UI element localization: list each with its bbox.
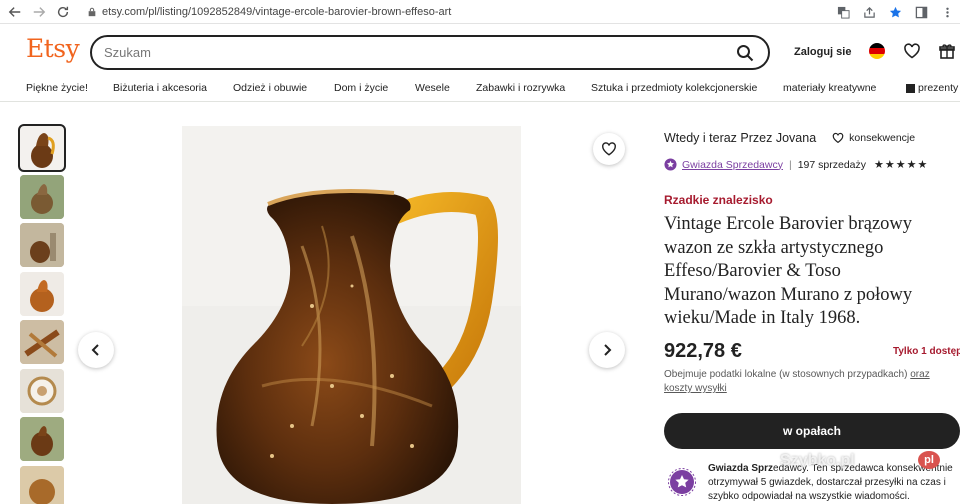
sales-count: 197 sprzedaży	[797, 158, 866, 171]
thumbnail-image[interactable]	[18, 124, 66, 172]
stock-status: Tylko 1 dostępny	[893, 346, 960, 357]
listing-title: Vintage Ercole Barovier brązowy wazon ze…	[664, 214, 913, 329]
sidepanel-icon[interactable]	[912, 3, 930, 21]
seller-rating-line: Gwiazda Sprzedawcy | 197 sprzedaży ★★★★★	[664, 158, 928, 171]
login-link[interactable]: Zaloguj sie	[794, 46, 851, 58]
category-item[interactable]: materiały kreatywne	[783, 82, 876, 94]
etsy-logo[interactable]: Etsy	[26, 34, 80, 63]
category-label: prezenty	[918, 82, 959, 94]
separator: |	[788, 158, 792, 171]
menu-dots-icon[interactable]	[938, 3, 956, 21]
category-item[interactable]: Dom i życie	[334, 82, 388, 94]
shop-name[interactable]: Wtedy i teraz Przez Jovana	[664, 131, 816, 145]
germany-flag-icon[interactable]	[869, 43, 885, 59]
thumbnail-image[interactable]	[20, 223, 64, 267]
tax-text: Obejmuje podatki lokalne (w stosownych p…	[664, 369, 908, 380]
share-icon[interactable]	[860, 3, 878, 21]
thumbnail-image[interactable]	[20, 320, 64, 364]
favorites-heart-icon[interactable]	[903, 42, 921, 60]
rating-stars[interactable]: ★★★★★	[874, 158, 928, 171]
add-to-cart-button[interactable]: w opałach	[664, 413, 960, 449]
lock-icon[interactable]	[86, 6, 98, 18]
back-icon[interactable]	[6, 3, 24, 21]
price: 922,78 €	[664, 340, 742, 362]
category-item[interactable]: Biżuteria i akcesoria	[113, 82, 207, 94]
thumbnail-image[interactable]	[20, 417, 64, 461]
gift-small-icon	[906, 83, 915, 93]
translate-icon[interactable]	[834, 3, 852, 21]
follow-shop-button[interactable]: konsekwencje	[832, 132, 915, 144]
category-item[interactable]: Piękne życie!	[26, 82, 88, 94]
address-bar[interactable]: etsy.com/pl/listing/1092852849/vintage-e…	[102, 6, 451, 18]
watermark-badge: pl	[918, 451, 940, 469]
star-seller-title: Gwiazda Sprz	[708, 463, 774, 474]
thumbnail-image[interactable]	[20, 368, 64, 413]
category-item[interactable]: Sztuka i przedmioty kolekcjonerskie	[591, 82, 757, 94]
reload-icon[interactable]	[54, 3, 72, 21]
search-bar	[90, 35, 770, 70]
star-seller-icon	[668, 468, 696, 496]
follow-label: konsekwencje	[849, 132, 916, 144]
forward-icon[interactable]	[30, 3, 48, 21]
add-to-favorites-button[interactable]	[593, 133, 625, 165]
tax-note: Obejmuje podatki lokalne (w stosownych p…	[664, 368, 954, 396]
star-seller-badge-icon	[664, 158, 677, 171]
thumbnail-image[interactable]	[20, 174, 64, 219]
chevron-right-icon	[604, 344, 612, 356]
category-nav: Piękne życie! Biżuteria i akcesoria Odzi…	[0, 74, 960, 102]
category-item[interactable]: Zabawki i rozrywka	[476, 82, 565, 94]
next-image-button[interactable]	[589, 332, 625, 368]
browser-toolbar: etsy.com/pl/listing/1092852849/vintage-e…	[0, 0, 960, 24]
thumbnail-image[interactable]	[20, 271, 64, 316]
category-item[interactable]: Odzież i obuwie	[233, 82, 307, 94]
gift-icon[interactable]	[938, 42, 956, 60]
search-input[interactable]	[104, 45, 704, 60]
category-item[interactable]: Wesele	[415, 82, 450, 94]
thumbnail-list	[18, 124, 68, 504]
star-seller-link[interactable]: Gwiazda Sprzedawcy	[682, 159, 783, 171]
thumbnail-image[interactable]	[20, 465, 64, 504]
shop-line: Wtedy i teraz Przez Jovana konsekwencje	[664, 131, 915, 145]
watermark-text: Szybko.pl	[780, 452, 855, 469]
search-icon[interactable]	[736, 44, 754, 62]
category-item-gifts[interactable]: prezenty	[906, 82, 958, 94]
rare-find-label: Rzadkie znalezisko	[664, 193, 773, 207]
chevron-left-icon	[91, 344, 99, 356]
main-product-image[interactable]	[182, 126, 521, 504]
bookmark-star-icon[interactable]	[886, 3, 904, 21]
site-header: Etsy Zaloguj sie	[0, 24, 960, 74]
previous-image-button[interactable]	[78, 332, 114, 368]
heart-icon	[602, 142, 616, 156]
heart-icon	[832, 132, 844, 144]
